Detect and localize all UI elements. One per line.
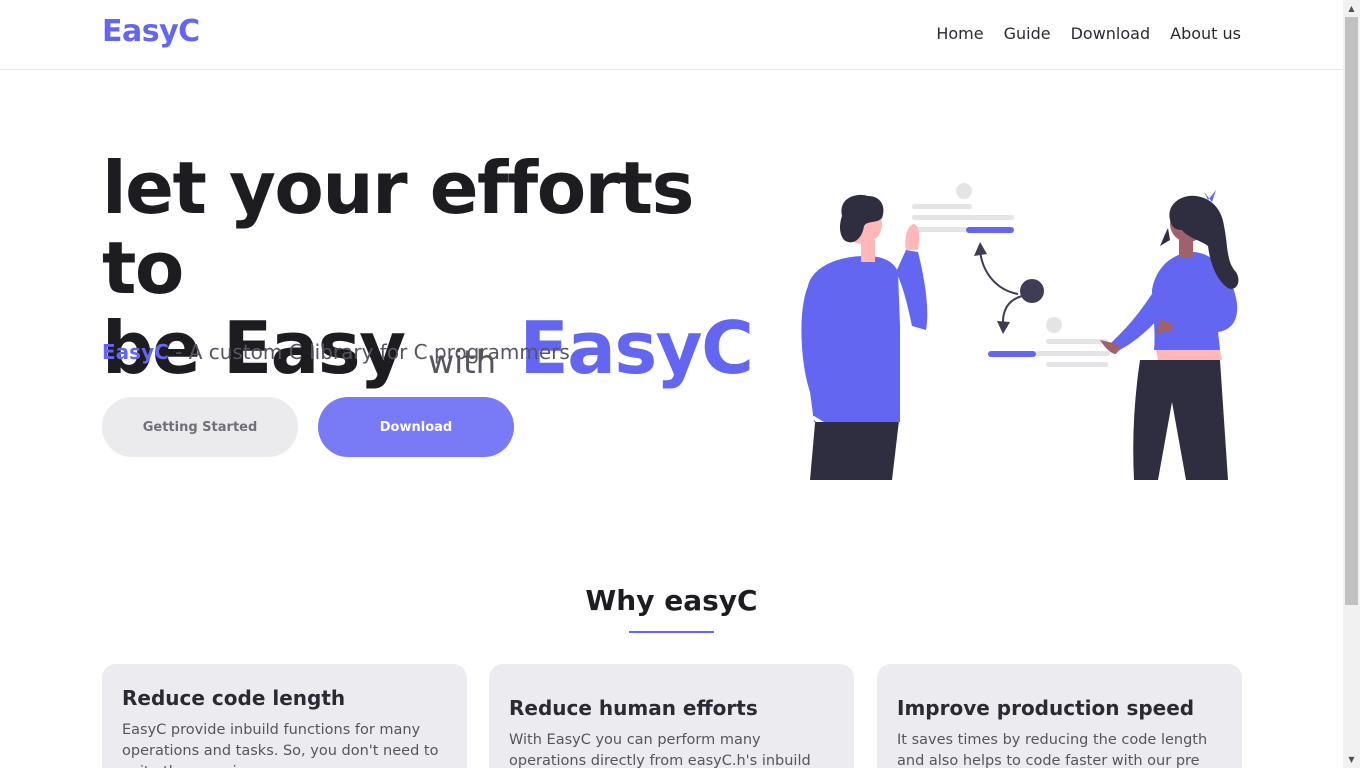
feature-card-human-efforts: Reduce human efforts With EasyC you can …	[489, 664, 854, 768]
feature-card-production-speed: Improve production speed It saves times …	[877, 664, 1242, 768]
feature-card-text: EasyC provide inbuild functions for many…	[122, 722, 439, 768]
nav-guide-link[interactable]: Guide	[1004, 24, 1051, 43]
hero-subtitle-brand: EasyC	[102, 340, 169, 364]
feature-card-title: Improve production speed	[897, 696, 1195, 720]
triangle-down-icon[interactable]: ▼	[1343, 751, 1360, 768]
why-title-underline	[629, 631, 714, 633]
main-nav: Home Guide Download About us	[936, 24, 1241, 43]
site-header: EasyC Home Guide Download About us	[0, 0, 1343, 70]
hero-subtitle-text: - A custom C library for C programmers	[168, 340, 570, 364]
nav-download-link[interactable]: Download	[1071, 24, 1151, 43]
hero-subtitle: EasyC - A custom C library for C program…	[102, 340, 570, 364]
scrollbar-thumb[interactable]	[1345, 17, 1358, 605]
download-button[interactable]: Download	[318, 397, 514, 457]
feature-card-title: Reduce human efforts	[509, 696, 758, 720]
site-logo[interactable]: EasyC	[102, 14, 200, 49]
feature-card-title: Reduce code length	[122, 686, 346, 710]
getting-started-button[interactable]: Getting Started	[102, 397, 298, 457]
why-section-title: Why easyC	[585, 584, 758, 617]
triangle-up-icon[interactable]: ▲	[1343, 0, 1360, 17]
feature-card-text: It saves times by reducing the code leng…	[897, 732, 1208, 768]
feature-card-text: With EasyC you can perform many operatio…	[509, 732, 811, 768]
feature-card-code-length: Reduce code length EasyC provide inbuild…	[102, 664, 467, 768]
two-people-presentation-illustration	[801, 183, 1239, 480]
nav-about-link[interactable]: About us	[1170, 24, 1241, 43]
hero-title-line1: let your efforts to	[102, 146, 694, 310]
nav-home-link[interactable]: Home	[936, 24, 983, 43]
page: EasyC Home Guide Download About us let y…	[0, 0, 1343, 768]
vertical-scrollbar[interactable]: ▲ ▼	[1343, 0, 1360, 768]
